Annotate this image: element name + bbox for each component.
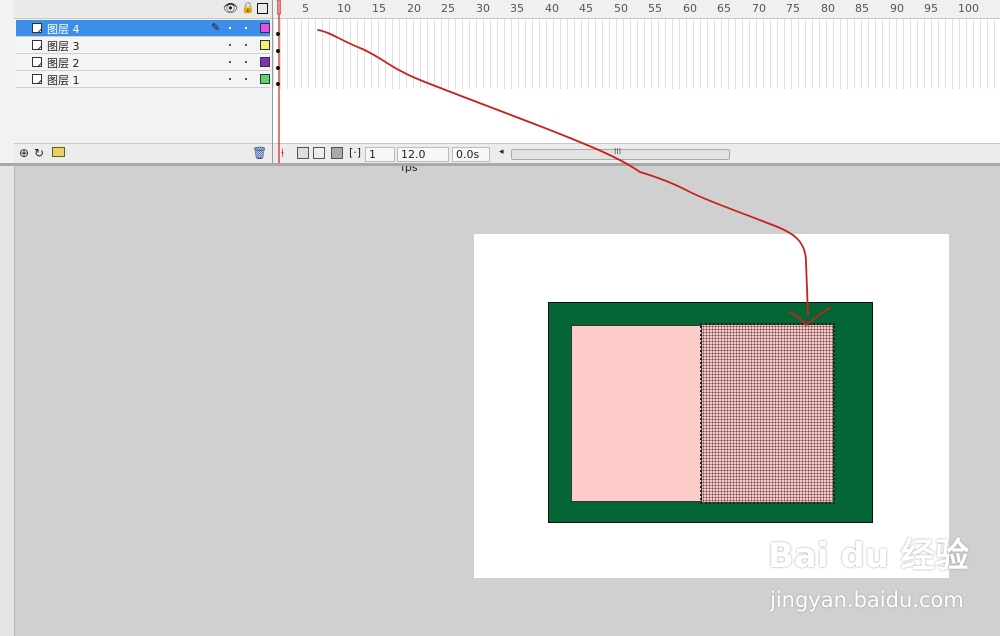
layers-footer: ⊕ ↻ 🗑 — [14, 143, 272, 164]
add-layer-icon[interactable]: ⊕ — [19, 146, 29, 160]
scroll-left-arrow[interactable]: ◂ — [499, 147, 504, 157]
ruler-tick: 15 — [372, 2, 386, 15]
ruler-tick: 55 — [648, 2, 662, 15]
layer-color-swatch[interactable] — [260, 40, 270, 50]
ruler-tick: 50 — [614, 2, 628, 15]
ruler-tick: 65 — [717, 2, 731, 15]
ruler-tick: 40 — [545, 2, 559, 15]
horizontal-scrollbar[interactable]: III — [511, 147, 730, 160]
ruler-tick: 30 — [476, 2, 490, 15]
scrollbar-grip: III — [614, 147, 622, 156]
add-guide-layer-icon[interactable]: ↻ — [34, 146, 44, 160]
layer-row-3[interactable]: 图层 3 — [16, 37, 270, 54]
pink-rectangle-left[interactable] — [571, 325, 702, 502]
pink-rectangle-selected[interactable] — [700, 323, 835, 504]
pencil-icon: ✎ — [211, 21, 221, 34]
frame-ruler[interactable]: 5 10 15 20 25 30 35 40 45 50 55 60 65 70… — [273, 0, 1000, 19]
visibility-dot[interactable] — [229, 44, 231, 46]
ruler-tick: 70 — [752, 2, 766, 15]
visibility-dot[interactable] — [229, 78, 231, 80]
ruler-tick: 45 — [579, 2, 593, 15]
layer-icon — [32, 23, 42, 33]
timeline-status-bar: ⍿ [·] 1 12.0 fps 0.0s ◂ III — [273, 143, 1000, 174]
ruler-tick: 35 — [510, 2, 524, 15]
ruler-tick: 90 — [890, 2, 904, 15]
lock-dot[interactable] — [245, 78, 247, 80]
watermark: Bai du 经验 jingyan.baidu.com — [760, 528, 990, 618]
visibility-dot[interactable] — [229, 61, 231, 63]
ruler-tick: 10 — [337, 2, 351, 15]
watermark-url: jingyan.baidu.com — [770, 588, 964, 612]
keyframe-markers[interactable] — [276, 22, 282, 88]
layer-name: 图层 2 — [47, 57, 80, 70]
visibility-dot[interactable] — [229, 27, 231, 29]
ruler-tick: 20 — [407, 2, 421, 15]
elapsed-time-field: 0.0s — [452, 147, 490, 162]
layer-color-swatch[interactable] — [260, 23, 270, 33]
add-folder-icon[interactable] — [52, 147, 65, 157]
ruler-tick: 5 — [302, 2, 309, 15]
ruler-tick: 75 — [786, 2, 800, 15]
ruler-tick: 85 — [855, 2, 869, 15]
layer-name: 图层 4 — [47, 23, 80, 36]
onion-outline-icon[interactable] — [313, 147, 325, 159]
delete-layer-icon[interactable]: 🗑 — [252, 146, 267, 160]
layer-name: 图层 1 — [47, 74, 80, 87]
eye-icon[interactable]: 👁 — [223, 1, 238, 15]
ruler-tick: 95 — [924, 2, 938, 15]
panel-divider[interactable] — [0, 163, 1000, 166]
current-frame-field[interactable]: 1 — [365, 147, 395, 162]
ruler-tick: 25 — [441, 2, 455, 15]
layer-row-1[interactable]: 图层 1 — [16, 71, 270, 88]
watermark-logo: Bai du 经验 — [768, 536, 969, 576]
center-frame-icon[interactable]: ⍿ — [281, 146, 284, 161]
onion-skin-icon[interactable] — [297, 147, 309, 159]
ruler-tick: 60 — [683, 2, 697, 15]
edit-multiple-frames-icon[interactable] — [331, 147, 343, 159]
lock-dot[interactable] — [245, 44, 247, 46]
timeline-panel: 👁 🔒 图层 4 ✎ 图层 3 图层 2 图层 1 ⊕ ↻ 🗑 5 10 15 … — [0, 0, 1000, 174]
layers-panel: 👁 🔒 图层 4 ✎ 图层 3 图层 2 图层 1 ⊕ ↻ 🗑 — [14, 0, 273, 164]
ruler-tick: 80 — [821, 2, 835, 15]
frame-grid[interactable] — [273, 19, 1000, 89]
layers-header: 👁 🔒 — [14, 0, 272, 19]
layer-icon — [32, 74, 42, 84]
outline-toggle-icon[interactable] — [257, 3, 268, 14]
layer-color-swatch[interactable] — [260, 74, 270, 84]
frame-rate-field[interactable]: 12.0 fps — [397, 147, 449, 174]
layer-row-2[interactable]: 图层 2 — [16, 54, 270, 71]
frames-area: 5 10 15 20 25 30 35 40 45 50 55 60 65 70… — [273, 0, 1000, 174]
layer-name: 图层 3 — [47, 40, 80, 53]
lock-dot[interactable] — [245, 27, 247, 29]
layer-icon — [32, 57, 42, 67]
layer-row-4[interactable]: 图层 4 ✎ — [16, 20, 270, 37]
ruler-tick: 100 — [958, 2, 979, 15]
lock-dot[interactable] — [245, 61, 247, 63]
layer-color-swatch[interactable] — [260, 57, 270, 67]
layer-icon — [32, 40, 42, 50]
modify-markers-icon[interactable]: [·] — [349, 146, 361, 159]
lock-icon[interactable]: 🔒 — [241, 1, 255, 14]
